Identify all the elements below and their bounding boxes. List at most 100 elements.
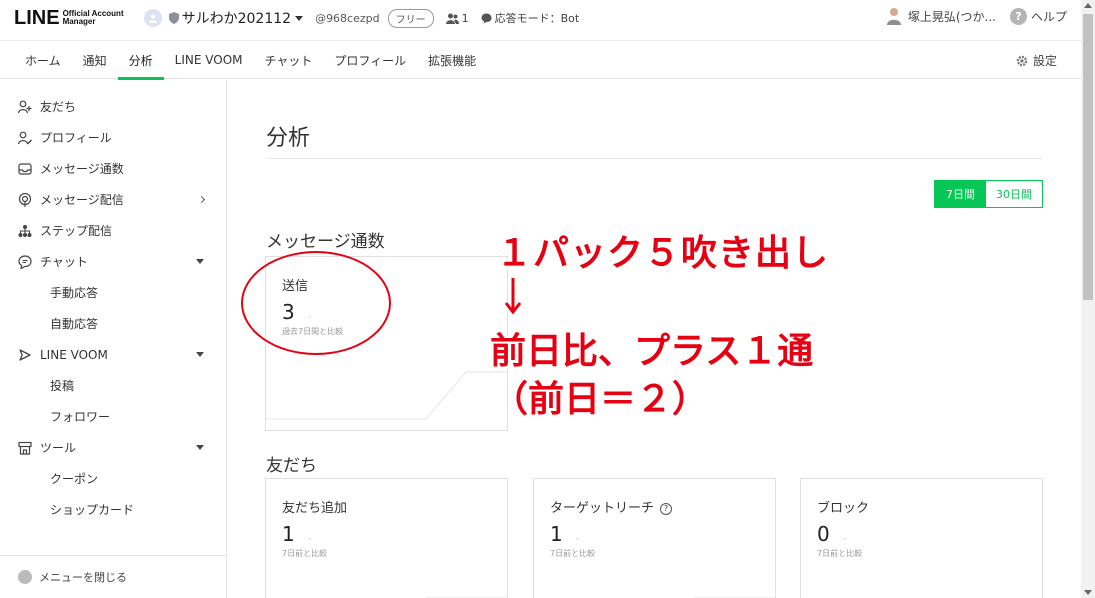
friends-count: 1: [445, 11, 469, 25]
tab-profile[interactable]: プロフィール: [323, 41, 417, 79]
sparkline: [266, 371, 507, 420]
account-avatar: [143, 9, 162, 27]
sidebar-item-friends[interactable]: 友だち: [0, 91, 226, 122]
shield-icon: [168, 12, 179, 24]
card-label: ターゲットリーチ?: [550, 497, 673, 516]
sidebar-item-followers[interactable]: フォロワー: [0, 401, 226, 432]
chevron-down-icon: [196, 352, 204, 357]
sidebar-item-label: メッセージ通数: [40, 162, 124, 176]
close-menu-icon: [18, 570, 32, 584]
chat-bubble-icon: [481, 13, 492, 23]
friends-count-value: 1: [461, 11, 469, 25]
sidebar-item-chat[interactable]: チャット: [0, 246, 226, 277]
user-menu[interactable]: 塚上晃弘(つか...: [886, 7, 996, 25]
friends-added-card[interactable]: 友だち追加 1 - 7日前と比較: [265, 478, 508, 598]
page-title: 分析: [266, 126, 311, 151]
logo-wordmark: LINE: [14, 6, 60, 29]
account-name: サルわか202112: [181, 11, 292, 27]
card-compare-label: 7日前と比較: [817, 549, 863, 558]
broadcast-icon: [18, 192, 32, 207]
card-change: -: [843, 534, 847, 544]
divider: [266, 158, 1043, 159]
sidebar-item-label: プロフィール: [40, 131, 112, 145]
people-icon: [445, 13, 459, 24]
card-value: 1: [550, 522, 563, 546]
sparkline: [425, 597, 507, 598]
inbox-icon: [18, 162, 32, 175]
annotation-line-3: （前日＝２）: [492, 379, 709, 420]
chevron-down-icon: [196, 445, 204, 450]
close-menu-label: メニューを閉じる: [39, 571, 127, 584]
card-change: -: [308, 534, 312, 544]
card-label: ブロック: [817, 501, 870, 516]
sidebar-item-label: ステップ配信: [40, 224, 113, 238]
step-icon: [18, 224, 32, 237]
sidebar-item-shop-card[interactable]: ショップカード: [0, 494, 226, 525]
card-label-text: ターゲットリーチ: [550, 501, 655, 516]
sidebar-item-profile[interactable]: プロフィール: [0, 122, 226, 153]
sidebar-item-auto-reply[interactable]: 自動応答: [0, 308, 226, 339]
sidebar-item-manual-reply[interactable]: 手動応答: [0, 277, 226, 308]
tab-extensions[interactable]: 拡張機能: [417, 41, 487, 79]
sidebar-item-step-delivery[interactable]: ステップ配信: [0, 215, 226, 246]
chevron-right-icon: [197, 195, 206, 204]
tab-line-voom[interactable]: LINE VOOM: [164, 41, 254, 79]
help-link[interactable]: ? ヘルプ: [996, 7, 1067, 25]
add-friend-icon: [18, 100, 32, 113]
scrollbar-thumb[interactable]: [1083, 14, 1093, 300]
top-header: LINE Official Account Manager サルわか202112…: [0, 0, 1081, 36]
section-title-messages: メッセージ通数: [266, 232, 385, 252]
tab-chat[interactable]: チャット: [254, 41, 324, 79]
sidebar-item-tools[interactable]: ツール: [0, 432, 226, 463]
sidebar-item-broadcast[interactable]: メッセージ配信: [0, 184, 226, 215]
sidebar-item-label: チャット: [40, 255, 88, 269]
sidebar-item-label: 友だち: [40, 100, 77, 114]
annotation-arrow-down-icon: [502, 278, 524, 316]
help-label: ヘルプ: [1030, 9, 1067, 24]
tab-home[interactable]: ホーム: [14, 41, 72, 79]
card-value: 1: [282, 522, 295, 546]
logo-subtitle-line2: Manager: [62, 17, 96, 26]
card-compare-label: 7日前と比較: [550, 549, 596, 558]
annotation-line-2: 前日比、プラス１通: [490, 331, 814, 372]
voom-icon: [19, 348, 31, 361]
blocks-card[interactable]: ブロック 0 - 7日前と比較: [800, 478, 1043, 598]
response-mode-label: 応答モード：Bot: [494, 12, 580, 25]
account-avatar-icon: [148, 14, 157, 23]
tab-notifications[interactable]: 通知: [72, 41, 118, 79]
plan-badge: フリー: [387, 8, 434, 28]
chevron-down-icon: [295, 15, 304, 21]
sidebar-item-coupons[interactable]: クーポン: [0, 463, 226, 494]
logo-subtitle: Official Account Manager: [63, 10, 124, 26]
question-icon[interactable]: ?: [660, 502, 673, 515]
sidebar-item-message-count[interactable]: メッセージ通数: [0, 153, 226, 184]
sidebar: 友だち プロフィール メッセージ通数 メッセージ配信 ステップ配信 チャット 手…: [0, 80, 227, 598]
sidebar-item-label: LINE VOOM: [40, 347, 108, 362]
scroll-up-arrow[interactable]: [1084, 3, 1092, 8]
settings-link[interactable]: 設定: [1016, 52, 1057, 69]
card-compare-label: 7日前と比較: [282, 549, 328, 558]
close-menu-button[interactable]: メニューを閉じる: [0, 555, 226, 598]
target-reach-card[interactable]: ターゲットリーチ? 1 - 7日前と比較: [533, 478, 776, 598]
tab-analytics[interactable]: 分析: [117, 41, 164, 80]
response-mode[interactable]: 応答モード：Bot: [481, 10, 580, 26]
user-avatar: [886, 8, 901, 25]
account-id: @968cezpd: [315, 11, 380, 25]
scroll-down-arrow[interactable]: [1084, 590, 1092, 595]
help-icon: ?: [1009, 7, 1027, 25]
sparkline: [693, 597, 775, 598]
sidebar-item-posts[interactable]: 投稿: [0, 370, 226, 401]
sidebar-item-line-voom[interactable]: LINE VOOM: [0, 339, 226, 370]
period-30days-button[interactable]: 30日間: [986, 181, 1042, 207]
line-oa-logo[interactable]: LINE Official Account Manager: [14, 7, 124, 30]
card-label: 友だち追加: [282, 501, 348, 516]
settings-label: 設定: [1032, 54, 1057, 68]
card-change: -: [576, 534, 580, 544]
period-7days-button[interactable]: 7日間: [935, 181, 986, 207]
vertical-scrollbar[interactable]: [1081, 0, 1095, 598]
user-name: 塚上晃弘(つか...: [907, 9, 996, 24]
profile-icon: [18, 131, 32, 144]
chat-icon: [18, 254, 32, 269]
account-switcher[interactable]: サルわか202112: [143, 8, 304, 28]
annotation-circle: [241, 251, 391, 355]
